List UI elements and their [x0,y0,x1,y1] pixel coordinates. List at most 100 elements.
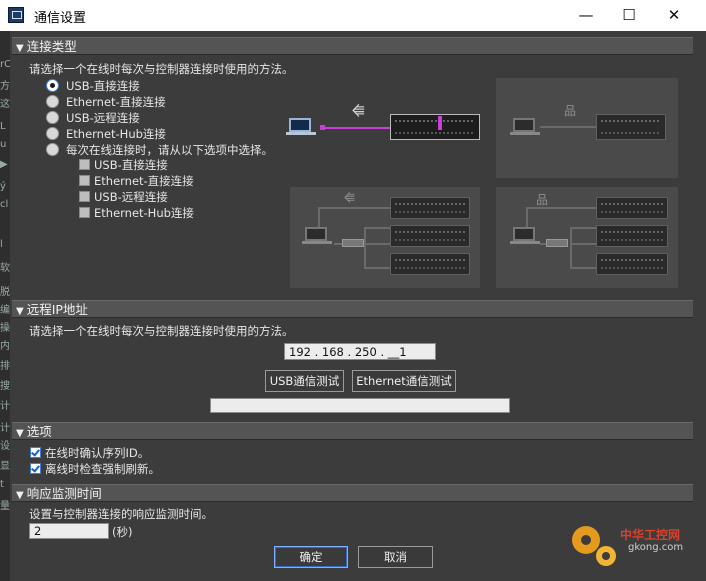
bg-fragment: 操 [0,323,10,334]
bg-fragment: 脱 [0,287,10,298]
plc-controller-icon [390,197,470,219]
checkbox-label-sub-usb-direct: USB-直接连接 [94,158,168,172]
checkbox-label-sub-usb-remote: USB-远程连接 [94,190,168,204]
ip-address-input[interactable]: 192 . 168 . 250 . __1 [284,343,436,360]
minimize-button[interactable]: — [563,0,609,31]
radio-usb-remote[interactable] [46,111,59,124]
plc-controller-icon [390,253,470,275]
plc-controller-icon [596,253,668,275]
watermark: 中华工控网 gkong.com [568,522,703,578]
app-icon [8,7,24,23]
ethernet-communication-test-button[interactable]: Ethernet通信测试 [352,370,456,392]
bg-fragment: l [0,239,3,250]
maximize-button[interactable]: ☐ [606,0,652,31]
radio-ethernet-direct[interactable] [46,95,59,108]
checkbox-confirm-sequence-id[interactable] [30,447,41,458]
usb-communication-test-button[interactable]: USB通信测试 [265,370,344,392]
checkbox-label-check-forced-refresh[interactable]: 离线时检查强制刷新。 [45,461,160,477]
usb-icon: ⭅ [352,104,365,120]
section-header-response-monitor[interactable]: ▼ 响应监测时间 [12,484,693,502]
radio-label-choose-each-time[interactable]: 每次在线连接时，请从以下选项中选择。 [66,142,273,158]
diagram-ethernet-direct: 品 [496,78,678,178]
radio-label-usb-remote[interactable]: USB-远程连接 [66,110,140,126]
diagram-usb-remote: ⭅ [290,187,480,288]
bg-fragment: 搜 [0,381,10,392]
collapse-triangle-icon: ▼ [16,490,24,501]
radio-label-ethernet-direct[interactable]: Ethernet-直接连接 [66,94,166,110]
bg-fragment: t [0,479,4,490]
bg-fragment: 编 [0,305,10,316]
link-line [364,227,366,267]
usb-port-dot [320,125,325,130]
collapse-triangle-icon: ▼ [16,43,24,54]
hub-icon [546,239,568,247]
bg-fragment: 方 [0,81,10,92]
radio-choose-each-time[interactable] [46,143,59,156]
response-time-unit: (秒) [112,525,133,539]
link-line [364,243,390,245]
radio-label-ethernet-hub[interactable]: Ethernet-Hub连接 [66,126,166,142]
section-header-options[interactable]: ▼ 选项 [12,422,693,440]
bg-fragment: ý [0,181,6,192]
communication-test-progress-bar [210,398,510,413]
link-line [570,227,596,229]
laptop-icon [302,227,332,245]
plc-controller-icon [390,114,480,140]
section-title: 选项 [26,424,52,439]
radio-label-usb-direct[interactable]: USB-直接连接 [66,78,140,94]
watermark-title: 中华工控网 [620,528,681,542]
section-header-remote-ip[interactable]: ▼ 远程IP地址 [12,300,693,318]
connection-type-description: 请选择一个在线时每次与控制器连接时使用的方法。 [29,62,294,76]
ethernet-link-line [526,207,528,227]
usb-link-line [318,207,390,209]
collapse-triangle-icon: ▼ [16,306,24,317]
title-bar: 通信设置 — ☐ ✕ [0,0,706,32]
radio-ethernet-hub[interactable] [46,127,59,140]
window-title: 通信设置 [34,11,87,26]
checkbox-label-confirm-sequence-id[interactable]: 在线时确认序列ID。 [45,445,149,461]
watermark-url: gkong.com [628,542,684,553]
response-time-input[interactable]: 2 [29,523,109,539]
usb-link-line [318,207,320,227]
bg-fragment: 排 [0,361,10,372]
usb-plug-highlight [438,116,442,130]
ethernet-link-line [540,126,596,128]
diagram-ethernet-hub: 品 [496,187,678,288]
background-app-strip: rC 方 这 L u ▶ ý cl l 软 脱 编 操 内 排 搜 计 计 设 … [0,31,10,581]
link-line [540,243,546,245]
section-title: 连接类型 [26,39,77,54]
checkbox-check-forced-refresh[interactable] [30,463,41,474]
bg-fragment: rC [0,59,10,70]
bg-fragment: ▶ [0,159,8,170]
link-line [364,267,390,269]
checkbox-sub-ethernet-hub[interactable] [79,207,90,218]
bg-fragment: 软 [0,263,10,274]
section-header-connection-type[interactable]: ▼ 连接类型 [12,37,693,55]
bg-fragment: 计 [0,401,10,412]
link-line [570,227,572,267]
link-line [364,227,390,229]
hub-icon [342,239,364,247]
section-title: 响应监测时间 [26,486,102,501]
radio-usb-direct[interactable] [46,79,59,92]
laptop-icon [286,118,316,136]
bg-fragment: 设 [0,441,10,452]
bg-fragment: 计 [0,423,10,434]
usb-link-line [322,127,390,129]
close-button[interactable]: ✕ [651,0,697,31]
response-monitor-description: 设置与控制器连接的响应监测时间。 [29,507,213,521]
laptop-icon [510,227,540,245]
bg-fragment: 内 [0,341,10,352]
ok-button[interactable]: 确定 [274,546,348,568]
checkbox-sub-usb-direct[interactable] [79,159,90,170]
cancel-button[interactable]: 取消 [358,546,433,568]
gear-icon [572,526,600,554]
checkbox-label-sub-ethernet-hub: Ethernet-Hub连接 [94,206,194,220]
link-line [570,267,596,269]
network-icon: 品 [564,104,577,118]
checkbox-sub-usb-remote[interactable] [79,191,90,202]
checkbox-sub-ethernet-direct[interactable] [79,175,90,186]
link-line [334,243,342,245]
plc-controller-icon [596,197,668,219]
section-title: 远程IP地址 [26,302,88,317]
